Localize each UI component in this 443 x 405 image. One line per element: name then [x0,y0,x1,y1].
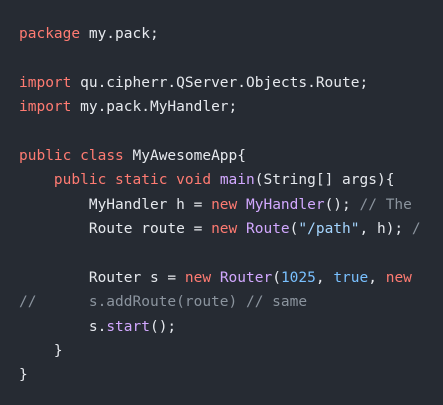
code-line: package my.pack; [19,22,421,46]
code-token-keyword: class [80,147,124,164]
code-line: Route route = new Route("/path", h); / [19,217,421,241]
code-line: Router s = new Router(1025, true, new [19,266,421,290]
code-token-plain: (); [324,196,360,213]
code-token-constant: true [333,269,369,286]
code-token-keyword: public [53,172,107,189]
code-token-keyword: public [19,147,72,164]
code-token-keyword: new [211,221,238,238]
code-token-plain: } [19,343,63,360]
code-token-comment: / [411,221,421,238]
code-token-plain: s. [19,318,107,335]
code-line: import my.pack.MyHandler; [19,95,421,119]
code-token-plain: MyAwesomeApp{ [123,147,247,164]
code-token-plain: ( [272,269,281,286]
code-token-function: MyHandler [246,196,325,213]
code-token-plain: , h); [359,221,412,238]
code-lines: package my.pack; import qu.cipherr.QServ… [19,22,421,388]
code-line: import qu.cipherr.QServer.Objects.Route; [19,71,421,95]
code-token-function: Route [246,221,290,238]
code-token-number: 1025 [280,269,316,286]
code-line: } [19,339,421,363]
code-token-comment: // s.addRoute(route) // same [19,294,308,311]
code-token-keyword: package [19,26,81,42]
code-token-string: "/path" [298,221,360,238]
code-token-comment: // The [359,196,412,213]
code-token-keyword: new [184,269,212,286]
code-token-keyword: new [211,196,238,213]
code-token-plain: , [315,269,334,286]
code-line: } [19,363,421,387]
code-line: MyHandler h = new MyHandler(); // The [19,193,421,217]
code-token-plain: Route route = [19,221,212,238]
code-token-plain: my.pack.MyHandler; [71,99,238,116]
code-token-keyword: static [115,172,168,189]
code-token-function: main [219,172,255,189]
code-token-plain: qu.cipherr.QServer.Objects.Route; [71,74,369,91]
code-token-plain: my.pack; [80,26,159,42]
code-token-plain: MyHandler h = [19,196,212,213]
code-token-keyword: new [385,269,412,286]
code-token-keyword: void [176,172,212,189]
code-token-plain: , [368,269,386,286]
code-line: public class MyAwesomeApp{ [19,144,421,168]
code-token-plain: Router s = [19,269,185,286]
code-line: s.start(); [19,315,421,339]
code-token-plain: } [19,367,28,384]
code-token-plain: (String[] args){ [254,172,395,189]
code-line: // s.addRoute(route) // same [19,290,421,314]
code-token-keyword: import [19,74,72,91]
code-token-function: Router [219,269,273,286]
code-token-function: start [106,318,150,335]
code-line: public static void main(String[] args){ [19,168,421,192]
code-token-plain: (); [149,318,177,335]
code-block: package my.pack; import qu.cipherr.QServ… [0,0,443,405]
code-token-keyword: import [19,99,72,116]
